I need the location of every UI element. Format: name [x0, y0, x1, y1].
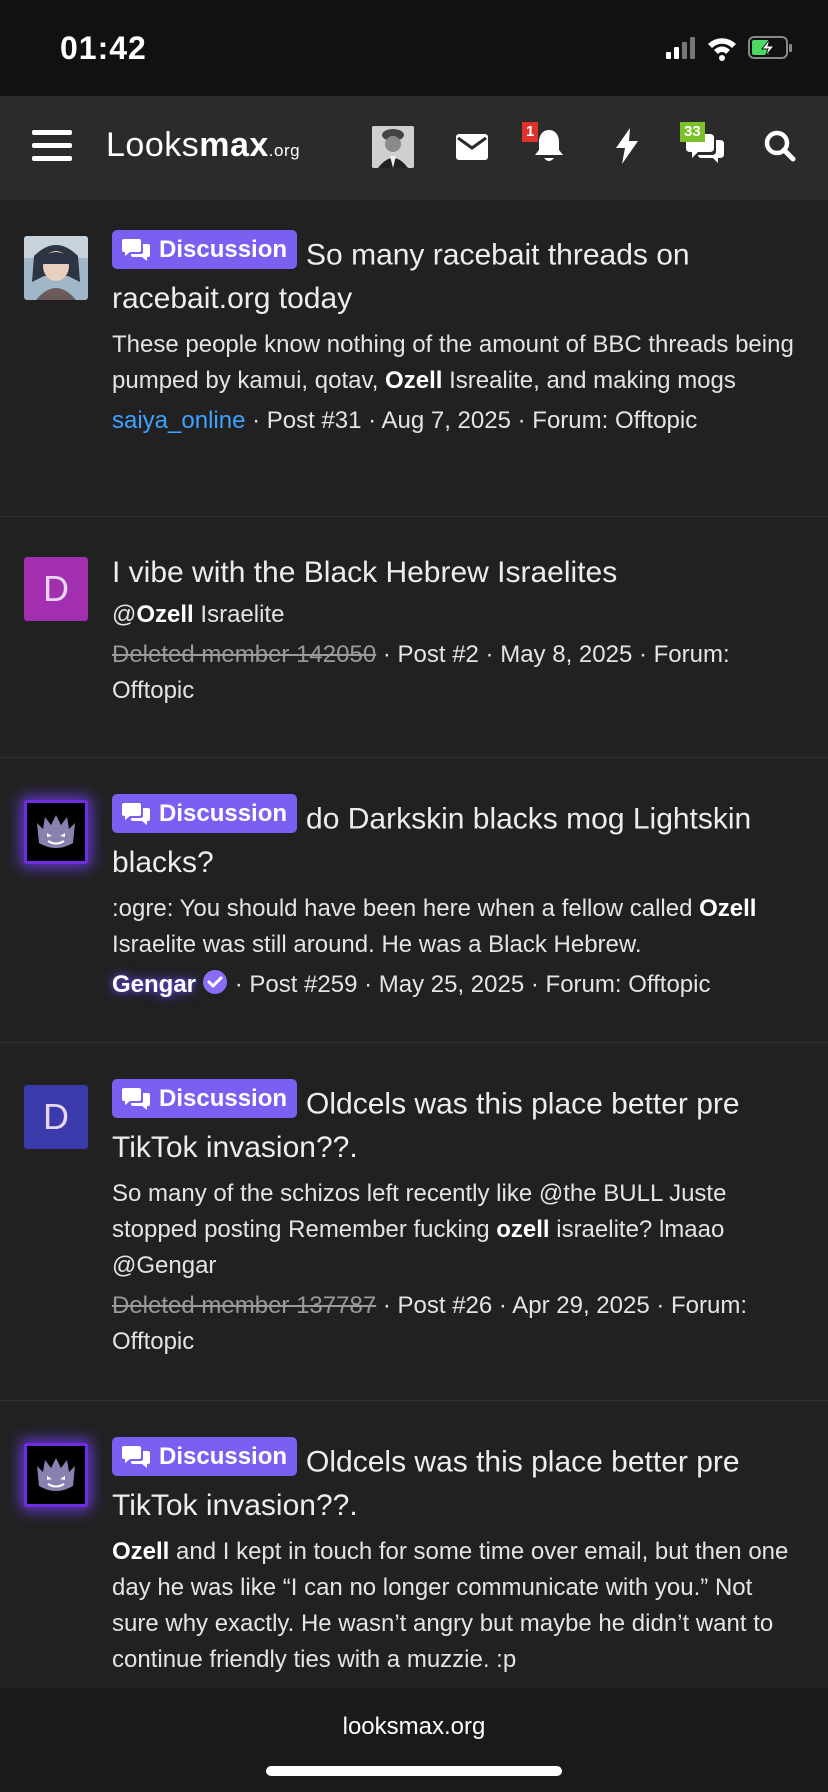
user-avatar[interactable] [372, 126, 414, 168]
author-name: Deleted member 142050 [112, 641, 377, 668]
gengar-icon [27, 803, 85, 861]
result-meta: Gengar · Post #259 · May 25, 2025 · Foru… [112, 969, 711, 998]
prefix-label: Discussion [112, 1437, 298, 1476]
result-item[interactable]: Discussion So many racebait threads on ra… [0, 200, 828, 517]
status-bar: 01:42 [0, 0, 828, 96]
avatar[interactable] [24, 800, 88, 864]
result-title[interactable]: Discussion So many racebait threads on ra… [112, 230, 804, 320]
result-snippet: :ogre: You should have been here when a … [112, 894, 757, 958]
prefix-label: Discussion [112, 1079, 298, 1118]
author-name: Deleted member 137787 [112, 1291, 377, 1319]
bell-icon[interactable] [534, 128, 564, 169]
result-title[interactable]: Discussion Oldcels was this place better … [112, 1437, 804, 1527]
cellular-signal-icon [666, 37, 695, 59]
result-title[interactable]: Discussion do Darkskin blacks mog Lightsk… [112, 794, 804, 884]
wifi-icon [708, 38, 736, 61]
site-logo[interactable]: Looksmax.org [106, 126, 300, 165]
whats-new-icon[interactable] [614, 128, 640, 169]
status-icons [664, 34, 794, 62]
status-time: 01:42 [60, 30, 147, 66]
gengar-icon [27, 1446, 85, 1504]
conversations-badge: 33 [680, 122, 705, 142]
notification-badge: 1 [522, 122, 539, 142]
chat-bubbles-icon [122, 802, 150, 825]
battery-icon [748, 36, 792, 59]
chat-bubbles-icon [122, 1445, 150, 1468]
home-indicator [266, 1766, 562, 1776]
result-snippet: @Ozell Israelite [112, 601, 285, 628]
url-domain[interactable]: looksmax.org [0, 1713, 828, 1741]
menu-icon[interactable] [32, 128, 72, 169]
avatar[interactable] [24, 1443, 88, 1507]
author-link[interactable]: saiya_online [112, 407, 245, 434]
search-icon[interactable] [764, 130, 796, 167]
result-meta: Deleted member 142050 · Post #2 · May 8,… [112, 641, 730, 704]
avatar[interactable]: D [24, 557, 88, 621]
avatar[interactable] [24, 236, 88, 300]
prefix-label: Discussion [112, 794, 298, 833]
result-item[interactable]: D I vibe with the Black Hebrew Israelite… [0, 517, 828, 758]
author-link[interactable]: Gengar [112, 971, 196, 998]
chat-bubbles-icon [122, 1087, 150, 1110]
result-snippet: These people know nothing of the amount … [112, 330, 794, 394]
result-title[interactable]: I vibe with the Black Hebrew Israelites [112, 551, 804, 594]
chat-bubbles-icon [122, 238, 150, 261]
result-item[interactable]: Discussion Oldcels was this place better … [0, 1401, 828, 1701]
result-title[interactable]: Discussion Oldcels was this place better … [112, 1079, 804, 1169]
prefix-label: Discussion [112, 230, 298, 269]
result-meta: Deleted member 137787 · Post #26 · Apr 2… [112, 1291, 748, 1355]
result-meta: saiya_online · Post #31 · Aug 7, 2025 · … [112, 406, 698, 434]
result-snippet: Ozell and I kept in touch for some time … [112, 1537, 789, 1673]
result-item[interactable]: D Discussion Oldcels was this place bette… [0, 1043, 828, 1401]
result-snippet: So many of the schizos left recently lik… [112, 1179, 727, 1279]
result-item[interactable]: Discussion do Darkskin blacks mog Lightsk… [0, 758, 828, 1043]
inbox-icon[interactable] [456, 134, 488, 165]
verified-badge-icon [203, 969, 228, 994]
avatar[interactable]: D [24, 1085, 88, 1149]
